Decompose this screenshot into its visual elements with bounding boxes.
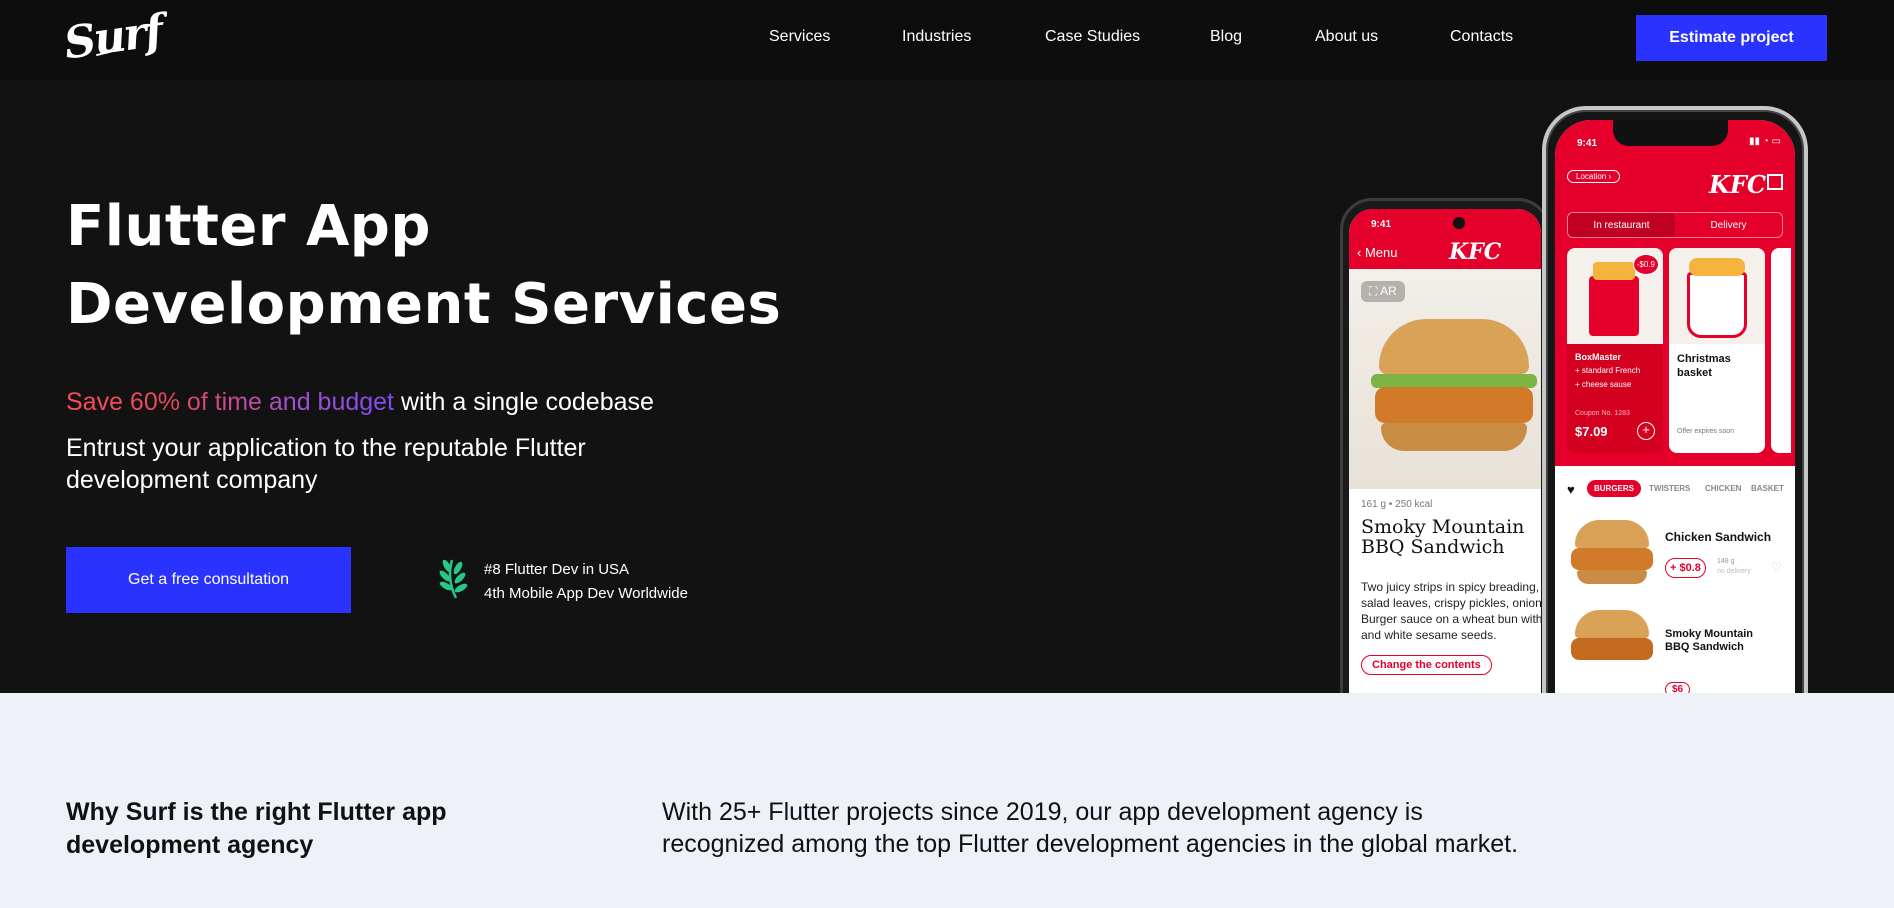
category-twisters[interactable]: TWISTERS <box>1649 484 1690 493</box>
home-icon[interactable]: ⌂ <box>1575 692 1582 693</box>
product-meta: 161 g • 250 kcal <box>1361 499 1433 510</box>
location-pill[interactable]: Location › <box>1567 170 1621 183</box>
rank-line1: #8 Flutter Dev in USA <box>484 561 630 578</box>
hero-title-line2: Development Services <box>66 272 782 337</box>
phone-back-header: 9:41 ‹ Menu KFC <box>1349 209 1541 269</box>
chicken-sandwich-image <box>1567 512 1657 592</box>
phone-back-screen: 9:41 ‹ Menu KFC ⛶ AR 161 g • 250 kcal Sm… <box>1349 209 1541 693</box>
menu-back-link[interactable]: ‹ Menu <box>1357 245 1398 260</box>
change-contents-button[interactable]: Change the contents <box>1361 655 1492 675</box>
sandwich-patty <box>1571 548 1653 570</box>
laurel-icon <box>439 559 468 599</box>
nav-case-studies[interactable]: Case Studies <box>1045 28 1140 46</box>
bucket <box>1687 272 1747 338</box>
estimate-project-button[interactable]: Estimate project <box>1636 15 1827 61</box>
item1-weight: 148 g <box>1717 558 1735 565</box>
phone-mockup-back: 9:41 ‹ Menu KFC ⛶ AR 161 g • 250 kcal Sm… <box>1340 198 1550 693</box>
rank-line2: 4th Mobile App Dev Worldwide <box>484 585 688 602</box>
sandwich-bun-bottom <box>1577 570 1647 584</box>
bbq-sandwich-image <box>1567 600 1657 680</box>
why-surf-title: Why Surf is the right Flutter app develo… <box>66 798 447 859</box>
qr-code-icon[interactable] <box>1767 174 1783 190</box>
phone-mockup-front: 9:41 ▮▮ ◔ ▭ Location › KFC In restaurant… <box>1542 106 1808 693</box>
tagline-rest: with a single codebase <box>394 388 654 416</box>
hero-tagline: Save 60% of time and budget with a singl… <box>66 388 654 417</box>
add-icon[interactable]: + <box>1637 422 1655 440</box>
category-basket[interactable]: BASKET <box>1751 484 1784 493</box>
chevron-left-icon: ‹ <box>1357 245 1362 260</box>
colonel-icon[interactable]: ☺ <box>1667 692 1678 693</box>
phone-notch <box>1613 120 1728 146</box>
hero-title-line1: Flutter App <box>66 194 431 259</box>
offer-card-boxmaster[interactable]: -$0.9 BoxMaster + standard French + chee… <box>1567 248 1663 453</box>
phone-bottom-nav: ⌂ ⌖ ☺ ◫ ○ <box>1555 692 1795 693</box>
hero-title: Flutter App Development Services <box>66 188 826 344</box>
status-time: 9:41 <box>1371 219 1392 230</box>
hero-section: Flutter App Development Services Save 60… <box>0 80 1894 693</box>
product-title: Smoky Mountain BBQ Sandwich <box>1361 516 1525 558</box>
cart-icon[interactable]: ◫ <box>1718 692 1728 693</box>
burger-image: ⛶ AR <box>1349 269 1541 489</box>
boxmaster-price: $7.09 <box>1575 424 1608 439</box>
item1-title: Chicken Sandwich <box>1665 530 1772 544</box>
boxmaster-line2: + standard French <box>1575 366 1641 375</box>
boxmaster-title: BoxMaster <box>1575 352 1622 362</box>
kfc-logo-front: KFC <box>1709 170 1766 199</box>
favorite-icon[interactable]: ♡ <box>1771 560 1782 574</box>
burger-bun-bottom <box>1381 423 1527 451</box>
ar-badge[interactable]: ⛶ AR <box>1361 281 1405 302</box>
category-burgers[interactable]: BURGERS <box>1587 480 1642 497</box>
location-label: Location <box>1576 172 1607 181</box>
nav-about-us[interactable]: About us <box>1315 28 1378 46</box>
burger-bun-top <box>1379 319 1529 374</box>
christmas-title: Christmas basket <box>1677 353 1731 379</box>
bbq-patty <box>1571 638 1653 660</box>
signal-wifi-battery-icon: ▮▮ ◔ ▭ <box>1748 136 1781 147</box>
kfc-logo: KFC <box>1449 239 1502 265</box>
profile-icon[interactable]: ○ <box>1768 692 1775 693</box>
fries <box>1593 262 1635 280</box>
christmas-image <box>1669 248 1765 344</box>
heart-icon[interactable]: ♥ <box>1567 482 1575 497</box>
menu-back-label: Menu <box>1364 245 1398 260</box>
nav-contacts[interactable]: Contacts <box>1450 28 1513 46</box>
top-navbar: Surf Services Industries Case Studies Bl… <box>0 0 1894 80</box>
surf-logo[interactable]: Surf <box>61 5 165 69</box>
map-pin-icon[interactable]: ⌖ <box>1621 692 1627 693</box>
status-time-front: 9:41 <box>1577 138 1598 149</box>
bucket-chicken <box>1689 258 1745 276</box>
burger-lettuce <box>1371 374 1537 388</box>
offer-card-peek <box>1771 248 1791 453</box>
nav-services[interactable]: Services <box>769 28 830 46</box>
bbq-bun-top <box>1575 610 1649 638</box>
sandwich-bun-top <box>1575 520 1649 548</box>
tagline-highlight: Save 60% of time and budget <box>66 388 395 416</box>
coupon-number: Coupon No. 1283 <box>1575 410 1630 417</box>
tab-in-restaurant[interactable]: In restaurant <box>1568 213 1675 237</box>
category-chicken[interactable]: CHICKEN <box>1705 484 1741 493</box>
ranking-text: #8 Flutter Dev in USA 4th Mobile App Dev… <box>484 558 688 606</box>
ar-icon: ⛶ <box>1369 284 1378 298</box>
why-surf-text: With 25+ Flutter projects since 2019, ou… <box>662 798 1519 858</box>
boxmaster-line3: + cheese sause <box>1575 380 1632 389</box>
nav-blog[interactable]: Blog <box>1210 28 1242 46</box>
discount-badge: -$0.9 <box>1632 254 1659 275</box>
free-consultation-button[interactable]: Get a free consultation <box>66 547 351 613</box>
item2-title: Smoky Mountain BBQ Sandwich <box>1665 628 1754 653</box>
nav-industries[interactable]: Industries <box>902 28 971 46</box>
offer-card-christmas[interactable]: Christmas basket Offer expires soon <box>1669 248 1765 453</box>
item1-delivery: no delivery <box>1717 568 1751 575</box>
tab-delivery[interactable]: Delivery <box>1675 213 1782 237</box>
chevron-right-icon: › <box>1608 172 1612 181</box>
product-description: Two juicy strips in spicy breading, sala… <box>1361 580 1541 642</box>
item1-price-button[interactable]: + $0.8 <box>1665 558 1706 578</box>
hero-subtitle: Entrust your application to the reputabl… <box>66 434 586 494</box>
boxmaster-box <box>1589 276 1639 336</box>
phone-front-screen: 9:41 ▮▮ ◔ ▭ Location › KFC In restaurant… <box>1555 120 1795 693</box>
ar-badge-label: AR <box>1380 284 1397 298</box>
order-type-tabs: In restaurant Delivery <box>1567 212 1783 238</box>
camera-dot <box>1453 217 1465 229</box>
burger-patty <box>1375 387 1533 423</box>
offer-expires: Offer expires soon <box>1677 428 1735 435</box>
